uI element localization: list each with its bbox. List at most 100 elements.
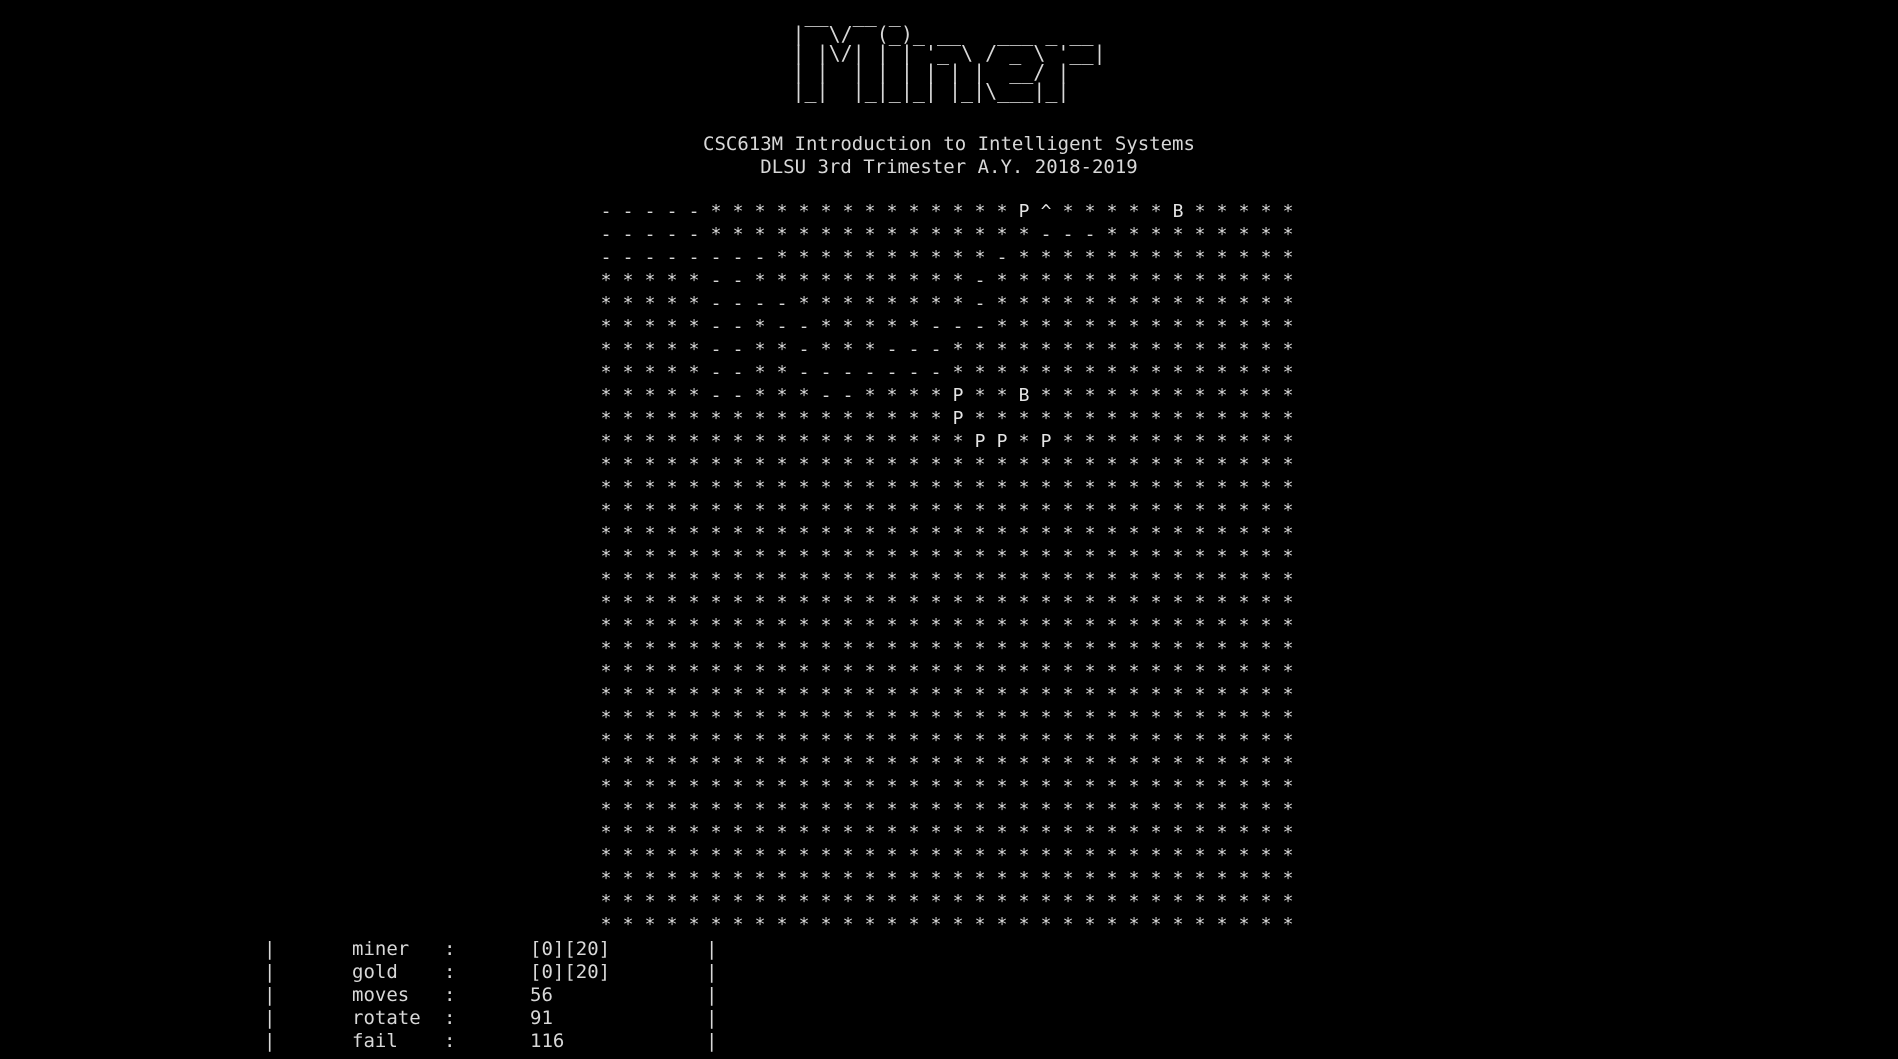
grid-cell-unexplored: * — [754, 500, 766, 521]
grid-cell-unexplored: * — [600, 776, 612, 797]
grid-cell-unexplored: * — [1194, 408, 1206, 429]
grid-cell-unexplored: * — [1062, 868, 1074, 889]
grid-cell-explored: - — [908, 339, 920, 360]
grid-cell-unexplored: * — [600, 362, 612, 383]
grid-cell-unexplored: * — [1062, 592, 1074, 613]
grid-cell-unexplored: * — [1084, 339, 1096, 360]
grid-cell-unexplored: * — [1216, 339, 1228, 360]
grid-cell-unexplored: * — [1018, 339, 1030, 360]
grid-cell-unexplored: * — [1040, 523, 1052, 544]
grid-cell-unexplored: * — [1018, 822, 1030, 843]
grid-cell-unexplored: * — [930, 822, 942, 843]
grid-cell-unexplored: * — [820, 224, 832, 245]
stat-label: gold — [352, 961, 398, 983]
grid-cell-unexplored: * — [908, 753, 920, 774]
grid-cell-unexplored: * — [1040, 385, 1052, 406]
grid-cell-unexplored: * — [1260, 638, 1272, 659]
grid-cell-unexplored: * — [864, 431, 876, 452]
grid-cell-explored: - — [974, 270, 986, 291]
grid-cell-unexplored: * — [1150, 776, 1162, 797]
grid-cell-unexplored: * — [1128, 753, 1140, 774]
grid-cell-unexplored: * — [1260, 523, 1272, 544]
grid-cell-unexplored: * — [644, 753, 656, 774]
grid-cell-unexplored: * — [798, 707, 810, 728]
grid-cell-unexplored: * — [1172, 684, 1184, 705]
grid-cell-unexplored: * — [644, 270, 656, 291]
stat-border-right: | — [706, 938, 718, 960]
grid-cell-unexplored: * — [1106, 224, 1118, 245]
grid-cell-unexplored: * — [666, 270, 678, 291]
grid-cell-unexplored: * — [1282, 638, 1294, 659]
grid-cell-unexplored: * — [600, 569, 612, 590]
grid-cell-unexplored: * — [974, 454, 986, 475]
grid-cell-unexplored: * — [1282, 316, 1294, 337]
grid-cell-unexplored: * — [1260, 845, 1272, 866]
grid-cell-unexplored: * — [1282, 523, 1294, 544]
grid-cell-unexplored: * — [732, 868, 744, 889]
grid-cell-unexplored: * — [710, 891, 722, 912]
grid-cell-unexplored: * — [996, 224, 1008, 245]
grid-cell-pit: P — [1040, 431, 1052, 452]
grid-cell-unexplored: * — [622, 799, 634, 820]
grid-cell-unexplored: * — [644, 569, 656, 590]
grid-cell-unexplored: * — [1150, 891, 1162, 912]
grid-cell-unexplored: * — [996, 362, 1008, 383]
grid-cell-explored: - — [776, 316, 788, 337]
grid-cell-unexplored: * — [1084, 500, 1096, 521]
grid-cell-unexplored: * — [798, 684, 810, 705]
grid-cell-unexplored: * — [1040, 362, 1052, 383]
grid-cell-unexplored: * — [908, 707, 920, 728]
grid-cell-unexplored: * — [1106, 661, 1118, 682]
grid-cell-unexplored: * — [1018, 569, 1030, 590]
grid-cell-unexplored: * — [1216, 293, 1228, 314]
grid-cell-unexplored: * — [688, 477, 700, 498]
grid-cell-unexplored: * — [776, 224, 788, 245]
grid-cell-unexplored: * — [930, 247, 942, 268]
grid-cell-unexplored: * — [908, 638, 920, 659]
grid-cell-unexplored: * — [754, 362, 766, 383]
grid-cell-unexplored: * — [1260, 730, 1272, 751]
grid-cell-unexplored: * — [798, 385, 810, 406]
stat-row-fail: | fail: 116 | — [264, 1030, 724, 1053]
grid-cell-unexplored: * — [1282, 569, 1294, 590]
grid-cell-unexplored: * — [974, 638, 986, 659]
grid-cell-unexplored: * — [754, 707, 766, 728]
grid-cell-unexplored: * — [798, 592, 810, 613]
grid-cell-unexplored: * — [666, 316, 678, 337]
grid-cell-unexplored: * — [1106, 454, 1118, 475]
grid-cell-unexplored: * — [1238, 753, 1250, 774]
grid-cell-unexplored: * — [996, 638, 1008, 659]
grid-cell-unexplored: * — [1150, 408, 1162, 429]
grid-cell-unexplored: * — [732, 454, 744, 475]
grid-cell-unexplored: * — [644, 914, 656, 935]
grid-cell-unexplored: * — [1238, 661, 1250, 682]
grid-cell-unexplored: * — [754, 776, 766, 797]
grid-cell-unexplored: * — [842, 707, 854, 728]
grid-cell-unexplored: * — [1172, 822, 1184, 843]
grid-cell-unexplored: * — [622, 569, 634, 590]
grid-cell-unexplored: * — [1194, 592, 1206, 613]
grid-cell-unexplored: * — [930, 569, 942, 590]
grid-cell-unexplored: * — [1040, 707, 1052, 728]
grid-cell-unexplored: * — [732, 891, 744, 912]
grid-cell-unexplored: * — [1216, 799, 1228, 820]
grid-cell-unexplored: * — [622, 684, 634, 705]
grid-cell-unexplored: * — [1194, 845, 1206, 866]
grid-cell-unexplored: * — [1150, 362, 1162, 383]
grid-cell-unexplored: * — [908, 523, 920, 544]
grid-cell-unexplored: * — [908, 293, 920, 314]
grid-cell-unexplored: * — [842, 477, 854, 498]
grid-cell-unexplored: * — [1260, 661, 1272, 682]
grid-cell-unexplored: * — [688, 638, 700, 659]
grid-cell-unexplored: * — [952, 546, 964, 567]
grid-cell-explored: - — [1084, 224, 1096, 245]
grid-cell-unexplored: * — [820, 454, 832, 475]
grid-cell-unexplored: * — [798, 293, 810, 314]
grid-cell-unexplored: * — [820, 868, 832, 889]
grid-cell-unexplored: * — [1128, 569, 1140, 590]
grid-cell-unexplored: * — [1172, 799, 1184, 820]
grid-cell-unexplored: * — [1018, 431, 1030, 452]
grid-cell-unexplored: * — [1238, 270, 1250, 291]
grid-cell-unexplored: * — [996, 914, 1008, 935]
grid-cell-unexplored: * — [666, 845, 678, 866]
